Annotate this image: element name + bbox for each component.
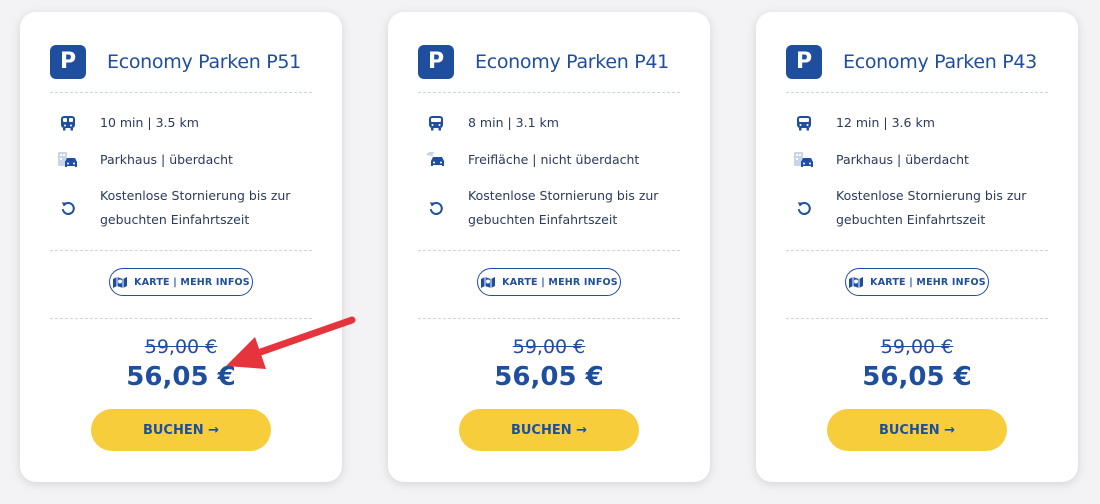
map-more-info-button[interactable]: KARTE | MEHR INFOS bbox=[477, 268, 621, 296]
cancellation-text: Kostenlose Stornierung bis zur gebuchten… bbox=[100, 188, 291, 227]
divider bbox=[50, 250, 312, 251]
book-button[interactable]: BUCHEN → bbox=[91, 409, 271, 451]
offer-title: Economy Parken P41 bbox=[475, 51, 669, 73]
transfer-text: 8 min | 3.1 km bbox=[468, 115, 559, 130]
map-more-info-label: KARTE | MEHR INFOS bbox=[134, 276, 250, 288]
feature-transfer: 10 min | 3.5 km bbox=[56, 111, 318, 135]
map-icon bbox=[848, 276, 864, 289]
map-more-info-label: KARTE | MEHR INFOS bbox=[502, 276, 618, 288]
map-icon bbox=[480, 276, 496, 289]
divider bbox=[786, 250, 1048, 251]
train-icon bbox=[56, 115, 80, 131]
book-button[interactable]: BUCHEN → bbox=[459, 409, 639, 451]
parking-offer-card: P Economy Parken P51 10 min | 3.5 km Par… bbox=[20, 12, 342, 482]
parking-garage-car-icon bbox=[792, 151, 816, 169]
parking-p-icon: P bbox=[50, 45, 86, 79]
transfer-text: 12 min | 3.6 km bbox=[836, 115, 935, 130]
offer-title: Economy Parken P51 bbox=[107, 51, 301, 73]
outdoor-car-icon bbox=[424, 151, 448, 169]
cancellation-text: Kostenlose Stornierung bis zur gebuchten… bbox=[836, 188, 1027, 227]
feature-transfer: 8 min | 3.1 km bbox=[424, 111, 686, 135]
discounted-price: 56,05 € bbox=[494, 362, 604, 392]
feature-cancellation: Kostenlose Stornierung bis zur gebuchten… bbox=[424, 184, 686, 232]
cancellation-text: Kostenlose Stornierung bis zur gebuchten… bbox=[468, 188, 659, 227]
divider bbox=[786, 92, 1048, 93]
feature-parking-type: Freifläche | nicht überdacht bbox=[424, 148, 686, 172]
undo-icon bbox=[792, 200, 816, 216]
map-icon bbox=[112, 276, 128, 289]
feature-parking-type: Parkhaus | überdacht bbox=[56, 148, 318, 172]
parking-type-text: Parkhaus | überdacht bbox=[100, 152, 233, 167]
parking-p-icon: P bbox=[786, 45, 822, 79]
original-price: 59,00 € bbox=[512, 336, 586, 358]
feature-cancellation: Kostenlose Stornierung bis zur gebuchten… bbox=[792, 184, 1054, 232]
discounted-price: 56,05 € bbox=[862, 362, 972, 392]
card-header: P Economy Parken P43 bbox=[786, 42, 1048, 82]
divider bbox=[50, 318, 312, 319]
original-price: 59,00 € bbox=[144, 336, 218, 358]
parking-p-icon: P bbox=[418, 45, 454, 79]
map-more-info-button[interactable]: KARTE | MEHR INFOS bbox=[845, 268, 989, 296]
parking-type-text: Parkhaus | überdacht bbox=[836, 152, 969, 167]
feature-cancellation: Kostenlose Stornierung bis zur gebuchten… bbox=[56, 184, 318, 232]
divider bbox=[418, 318, 680, 319]
map-more-info-button[interactable]: KARTE | MEHR INFOS bbox=[109, 268, 253, 296]
transfer-text: 10 min | 3.5 km bbox=[100, 115, 199, 130]
divider bbox=[786, 318, 1048, 319]
original-price: 59,00 € bbox=[880, 336, 954, 358]
feature-parking-type: Parkhaus | überdacht bbox=[792, 148, 1054, 172]
undo-icon bbox=[424, 200, 448, 216]
book-button[interactable]: BUCHEN → bbox=[827, 409, 1007, 451]
parking-offer-card: P Economy Parken P43 12 min | 3.6 km Par… bbox=[756, 12, 1078, 482]
undo-icon bbox=[56, 200, 80, 216]
feature-transfer: 12 min | 3.6 km bbox=[792, 111, 1054, 135]
card-header: P Economy Parken P51 bbox=[50, 42, 312, 82]
map-more-info-label: KARTE | MEHR INFOS bbox=[870, 276, 986, 288]
divider bbox=[418, 250, 680, 251]
card-header: P Economy Parken P41 bbox=[418, 42, 680, 82]
divider bbox=[50, 92, 312, 93]
divider bbox=[418, 92, 680, 93]
discounted-price: 56,05 € bbox=[126, 362, 236, 392]
parking-type-text: Freifläche | nicht überdacht bbox=[468, 152, 640, 167]
bus-icon bbox=[792, 115, 816, 131]
parking-garage-car-icon bbox=[56, 151, 80, 169]
parking-offer-card: P Economy Parken P41 8 min | 3.1 km Frei… bbox=[388, 12, 710, 482]
offer-title: Economy Parken P43 bbox=[843, 51, 1037, 73]
bus-icon bbox=[424, 115, 448, 131]
